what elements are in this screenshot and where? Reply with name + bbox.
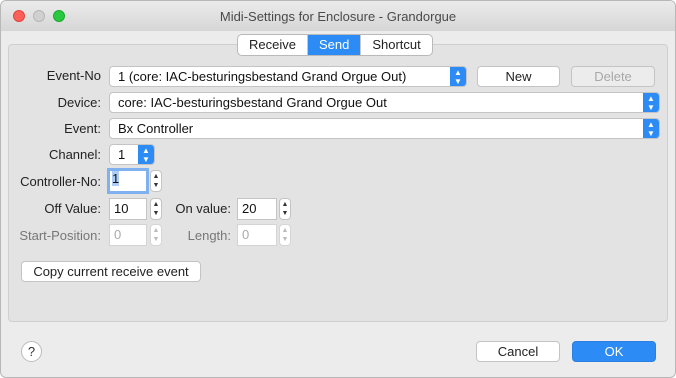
stepper-icon[interactable]: ▲ ▼ bbox=[150, 224, 162, 246]
event-no-label: Event-No bbox=[46, 68, 101, 83]
length-input[interactable]: 0 bbox=[237, 224, 277, 246]
stepper-icon[interactable]: ▲ ▼ bbox=[279, 198, 291, 220]
dialog-window: Midi-Settings for Enclosure - Grandorgue… bbox=[0, 0, 676, 378]
off-value-input[interactable]: 10 bbox=[109, 198, 147, 220]
device-label: Device: bbox=[57, 95, 101, 110]
event-no-value: 1 (core: IAC-besturingsbestand Grand Org… bbox=[118, 69, 407, 84]
controller-no-value: 1 bbox=[112, 171, 120, 186]
on-value-input[interactable]: 20 bbox=[237, 198, 277, 220]
tab-bar: Receive Send Shortcut bbox=[237, 34, 433, 56]
event-select[interactable]: Bx Controller ▲ ▼ bbox=[109, 118, 660, 139]
event-no-select[interactable]: 1 (core: IAC-besturingsbestand Grand Org… bbox=[109, 66, 467, 87]
chevron-updown-icon: ▲ ▼ bbox=[450, 67, 466, 86]
controller-no-label: Controller-No: bbox=[20, 174, 101, 189]
start-position-label: Start-Position: bbox=[19, 228, 101, 243]
on-value-label: On value: bbox=[175, 201, 231, 216]
tab-shortcut[interactable]: Shortcut bbox=[361, 35, 431, 55]
title-bar: Midi-Settings for Enclosure - Grandorgue bbox=[1, 1, 675, 31]
event-value: Bx Controller bbox=[118, 121, 194, 136]
start-position-input[interactable]: 0 bbox=[109, 224, 147, 246]
ok-button[interactable]: OK bbox=[572, 341, 656, 362]
cancel-button[interactable]: Cancel bbox=[476, 341, 560, 362]
off-value-label: Off Value: bbox=[44, 201, 101, 216]
channel-label: Channel: bbox=[48, 147, 101, 162]
device-value: core: IAC-besturingsbestand Grand Orgue … bbox=[118, 95, 387, 110]
length-label: Length: bbox=[187, 228, 231, 243]
stepper-icon[interactable]: ▲ ▼ bbox=[150, 198, 162, 220]
tab-receive[interactable]: Receive bbox=[238, 35, 308, 55]
channel-value: 1 bbox=[118, 147, 126, 162]
chevron-updown-icon: ▲ ▼ bbox=[643, 119, 659, 138]
chevron-updown-icon: ▲ ▼ bbox=[138, 145, 154, 164]
stepper-icon[interactable]: ▲ ▼ bbox=[279, 224, 291, 246]
event-label: Event: bbox=[64, 121, 101, 136]
controller-no-input[interactable]: 1 bbox=[107, 168, 149, 194]
new-button[interactable]: New bbox=[477, 66, 560, 87]
device-select[interactable]: core: IAC-besturingsbestand Grand Orgue … bbox=[109, 92, 660, 113]
stepper-icon[interactable]: ▲ ▼ bbox=[150, 170, 162, 192]
copy-receive-event-button[interactable]: Copy current receive event bbox=[21, 261, 201, 282]
channel-select[interactable]: 1 ▲ ▼ bbox=[109, 144, 155, 165]
delete-button[interactable]: Delete bbox=[571, 66, 655, 87]
help-button[interactable]: ? bbox=[21, 341, 42, 362]
chevron-updown-icon: ▲ ▼ bbox=[643, 93, 659, 112]
tab-send[interactable]: Send bbox=[307, 35, 362, 55]
window-title: Midi-Settings for Enclosure - Grandorgue bbox=[219, 9, 457, 24]
